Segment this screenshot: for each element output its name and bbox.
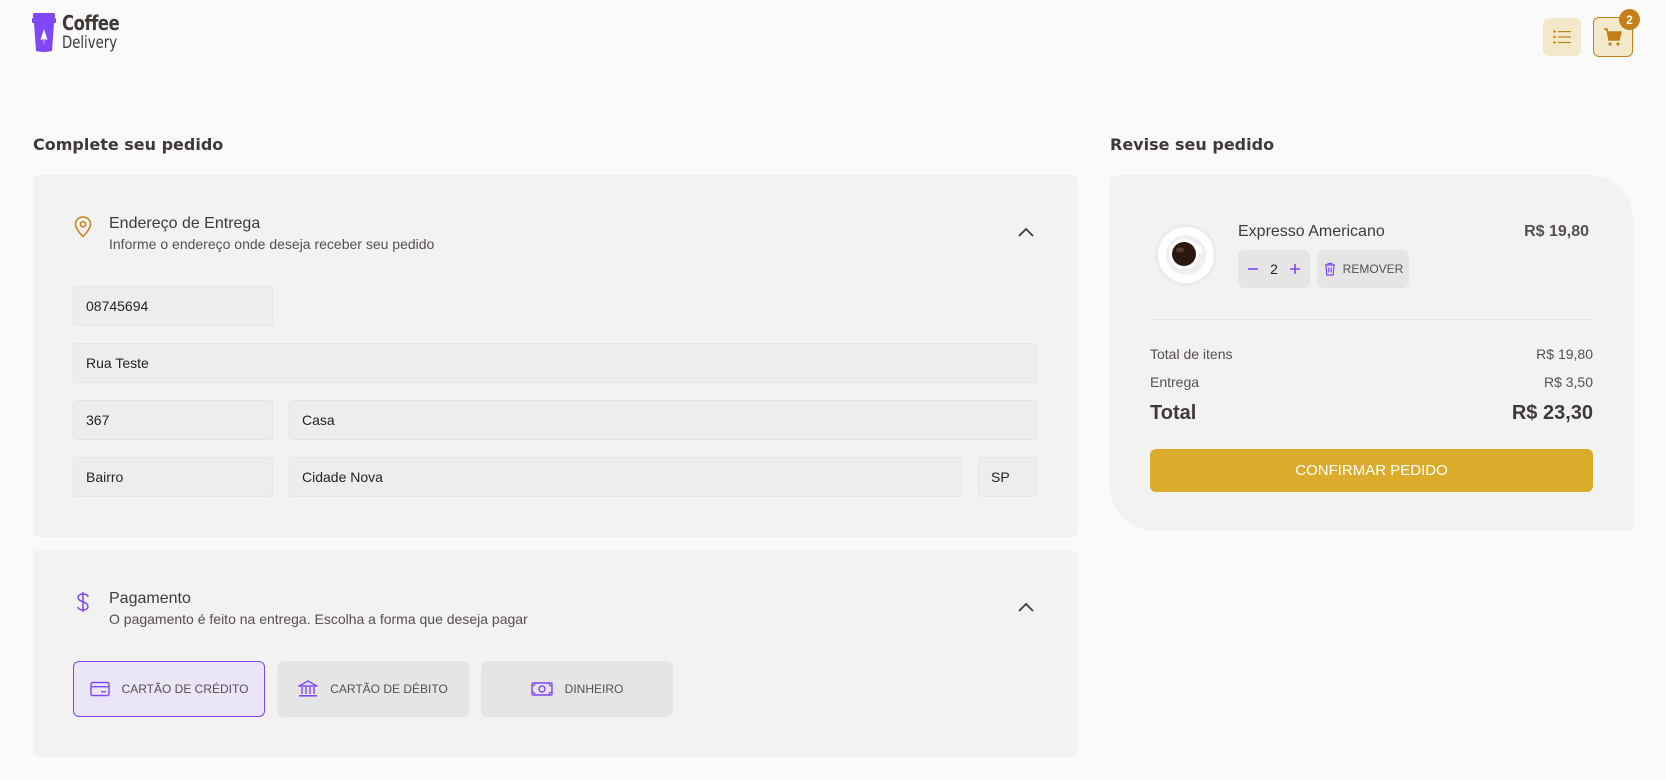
minus-icon[interactable]	[1246, 262, 1260, 276]
chevron-up-icon[interactable]	[1016, 598, 1036, 618]
checkout-title: Complete seu pedido	[33, 135, 224, 154]
address-title: Endereço de Entrega	[109, 215, 261, 232]
delivery-row: Entrega R$ 3,50	[1150, 374, 1593, 390]
shopping-cart-icon	[1604, 28, 1622, 46]
payment-card: Pagamento O pagamento é feito na entrega…	[33, 550, 1078, 757]
city-input[interactable]: Cidade Nova	[289, 457, 962, 497]
complement-input[interactable]: Casa	[289, 400, 1037, 440]
items-total-label: Total de itens	[1150, 346, 1233, 362]
item-name: Expresso Americano	[1238, 223, 1385, 240]
payment-option-cash[interactable]: Dinheiro	[481, 661, 673, 717]
dollar-icon	[77, 592, 89, 612]
order-summary-card: Expresso Americano R$ 19,80 2 Remover To…	[1110, 175, 1633, 531]
brand-line1: Coffee	[62, 11, 120, 35]
number-input[interactable]: 367	[73, 400, 273, 440]
map-pin-icon	[74, 216, 92, 238]
orders-list-button[interactable]	[1543, 18, 1581, 56]
review-title: Revise seu pedido	[1110, 135, 1275, 154]
coffee-cup-logo-icon	[32, 13, 56, 52]
delivery-label: Entrega	[1150, 374, 1200, 390]
quantity-stepper: 2	[1238, 250, 1310, 288]
payment-subtitle: O pagamento é feito na entrega. Escolha …	[109, 611, 528, 627]
header: Coffee Delivery 2	[0, 0, 1666, 76]
street-input[interactable]: Rua Teste	[73, 343, 1037, 383]
uf-input[interactable]: SP	[978, 457, 1037, 497]
brand-line2: Delivery	[62, 33, 118, 53]
cep-input[interactable]: 08745694	[73, 286, 273, 326]
quantity-value: 2	[1270, 261, 1278, 277]
trash-icon	[1324, 262, 1335, 276]
money-icon	[530, 682, 553, 696]
payment-option-credit[interactable]: Cartão de crédito	[73, 661, 265, 717]
chevron-up-icon[interactable]	[1016, 223, 1036, 243]
bank-icon	[298, 680, 318, 697]
payment-option-label: Cartão de crédito	[121, 682, 249, 696]
coffee-cup-image	[1155, 224, 1217, 286]
grand-total-row: Total R$ 23,30	[1150, 402, 1593, 425]
credit-card-icon	[89, 681, 110, 697]
total-label: Total	[1150, 402, 1197, 424]
address-card: Endereço de Entrega Informe o endereço o…	[33, 175, 1078, 537]
address-subtitle: Informe o endereço onde deseja receber s…	[109, 236, 435, 252]
neighborhood-input[interactable]: Bairro	[73, 457, 273, 497]
list-icon	[1553, 30, 1571, 44]
remove-button[interactable]: Remover	[1317, 250, 1409, 288]
cart-count-badge: 2	[1619, 9, 1640, 30]
confirm-order-button[interactable]: Confirmar pedido	[1150, 449, 1593, 492]
payment-option-label: Dinheiro	[564, 682, 624, 696]
payment-option-debit[interactable]: Cartão de débito	[277, 661, 469, 717]
divider	[1150, 319, 1593, 320]
delivery-value: R$ 3,50	[1543, 374, 1593, 390]
items-total-row: Total de itens R$ 19,80	[1150, 346, 1593, 362]
item-price: R$ 19,80	[1524, 223, 1589, 240]
total-value: R$ 23,30	[1511, 402, 1593, 424]
plus-icon[interactable]	[1288, 262, 1302, 276]
items-total-value: R$ 19,80	[1536, 346, 1593, 362]
logo[interactable]: Coffee Delivery	[32, 13, 133, 53]
payment-option-label: Cartão de débito	[330, 682, 448, 696]
payment-title: Pagamento	[109, 590, 191, 607]
remove-label: Remover	[1342, 262, 1404, 276]
